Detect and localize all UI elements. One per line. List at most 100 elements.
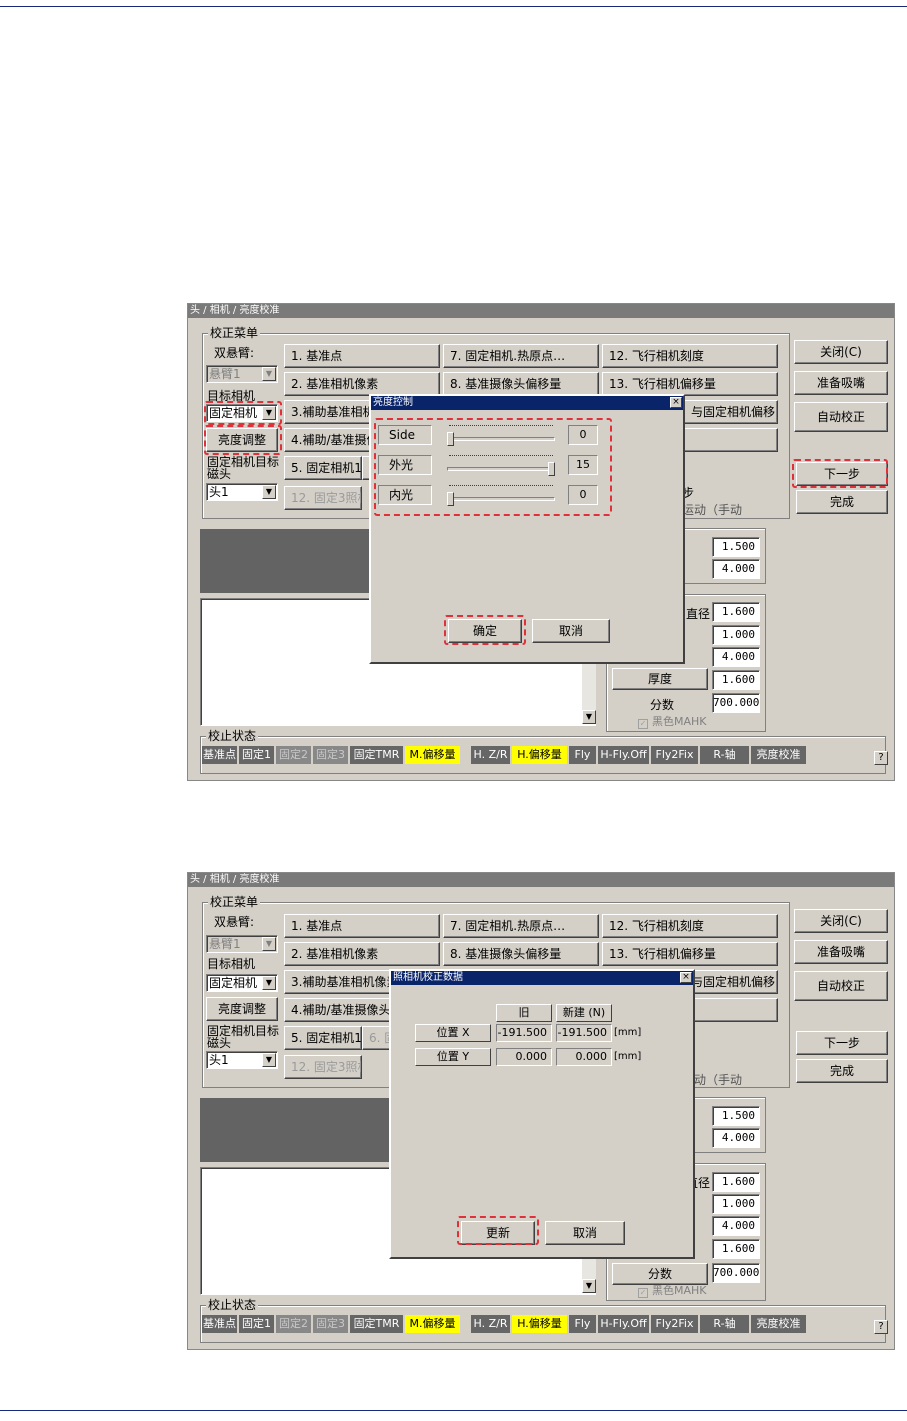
inner-light-track xyxy=(447,497,555,501)
prepare-nozzle-button[interactable]: 准备吸嘴 xyxy=(794,371,888,395)
param-value-1[interactable]: 1.500 xyxy=(712,537,760,557)
black-mark-label: 黑色MAHK xyxy=(652,1284,707,1297)
menu-button-12-fly[interactable]: 12. 飞行相机刻度 xyxy=(602,914,778,938)
arm-select[interactable]: 悬臂1 ▼ xyxy=(206,935,278,953)
column-old-header: 旧 xyxy=(496,1004,552,1022)
finish-button[interactable]: 完成 xyxy=(796,1059,888,1083)
brightness-dialog: 亮度控制 × Side 0 外光 15 内光 0 确定 取消 xyxy=(369,394,685,664)
menu-button-7[interactable]: 7. 固定相机.热原点… xyxy=(443,344,599,368)
menu-button-8[interactable]: 8. 基准摄像头偏移量 xyxy=(443,942,599,966)
fixed-camera-target-label: 固定相机目标磁头 xyxy=(207,455,280,481)
menu-button-12-fly[interactable]: 12. 飞行相机刻度 xyxy=(602,344,778,368)
param-value-7[interactable]: 700.000 xyxy=(712,693,760,713)
ok-button[interactable]: 确定 xyxy=(448,619,522,643)
menu-button-12-fixed[interactable]: 12. 固定3照相 xyxy=(284,486,362,510)
menu-button-1[interactable]: 1. 基准点 xyxy=(284,344,440,368)
chevron-down-icon: ▼ xyxy=(262,1053,276,1067)
check-icon: ✓ xyxy=(638,1288,648,1298)
next-button[interactable]: 下一步 xyxy=(796,1031,888,1055)
status-item: 亮度校准 xyxy=(751,746,807,764)
thickness-button[interactable]: 厚度 xyxy=(612,668,708,690)
target-camera-select[interactable]: 固定相机 ▼ xyxy=(206,974,278,992)
prepare-nozzle-button[interactable]: 准备吸嘴 xyxy=(794,940,888,964)
param-value-2[interactable]: 4.000 xyxy=(712,559,760,579)
param-value-5[interactable]: 4.000 xyxy=(712,1216,760,1236)
menu-button-2[interactable]: 2. 基准相机像素 xyxy=(284,372,440,396)
score-label: 分数 xyxy=(650,698,675,712)
status-item: 固定TMR xyxy=(350,746,404,764)
position-x-new: -191.500 xyxy=(556,1024,612,1042)
outer-light-value: 15 xyxy=(568,455,598,475)
menu-button-13[interactable]: 13. 飞行相机偏移量 xyxy=(602,372,778,396)
status-item: M.偏移量 xyxy=(405,746,461,764)
screenshot-brightness: 头 / 相机 / 亮度校准 校正菜单 双悬臂: 悬臂1 ▼ 目标相机 固定相机 ▼ … xyxy=(187,303,895,781)
param-value-6[interactable]: 1.600 xyxy=(712,1239,760,1259)
status-title: 校止状态 xyxy=(206,1298,259,1312)
finish-button[interactable]: 完成 xyxy=(796,490,888,514)
scroll-down-icon[interactable]: ▼ xyxy=(582,710,596,724)
black-mark-checkbox[interactable]: ✓ 黑色MAHK xyxy=(638,1284,707,1298)
black-mark-checkbox[interactable]: ✓ 黑色MAHK xyxy=(638,715,707,729)
help-icon[interactable]: ? xyxy=(874,1320,888,1334)
head-select[interactable]: 头1 ▼ xyxy=(206,483,278,501)
side-light-slider[interactable] xyxy=(447,432,454,446)
status-item: 固定1 xyxy=(239,746,275,764)
calibration-dialog-title: 照相机校正数据 xyxy=(393,972,463,983)
param-value-4[interactable]: 1.000 xyxy=(712,625,760,645)
update-button[interactable]: 更新 xyxy=(461,1221,535,1245)
menu-button-2[interactable]: 2. 基准相机像素 xyxy=(284,942,440,966)
position-y-new: 0.000 xyxy=(556,1048,612,1066)
head-select[interactable]: 头1 ▼ xyxy=(206,1051,278,1069)
help-icon[interactable]: ? xyxy=(874,751,888,765)
next-button[interactable]: 下一步 xyxy=(796,462,888,486)
status-item: M.偏移量 xyxy=(405,1315,461,1333)
param-value-3[interactable]: 1.600 xyxy=(712,602,760,622)
score-button[interactable]: 分数 xyxy=(612,1263,708,1285)
status-item: 固定TMR xyxy=(350,1315,404,1333)
status-item: H-Fly.Off xyxy=(598,1315,650,1333)
param-value-4[interactable]: 1.000 xyxy=(712,1194,760,1214)
param-value-6[interactable]: 1.600 xyxy=(712,670,760,690)
param-value-1[interactable]: 1.500 xyxy=(712,1106,760,1126)
param-value-5[interactable]: 4.000 xyxy=(712,647,760,667)
breadcrumb: 头 / 相机 / 亮度校准 xyxy=(188,873,894,887)
menu-button-5[interactable]: 5. 固定相机1 xyxy=(284,1026,362,1050)
inner-light-slider[interactable] xyxy=(447,492,454,506)
status-item: H.偏移量 xyxy=(512,1315,568,1333)
position-y-unit: [mm] xyxy=(614,1051,642,1062)
diameter-label: 直径 xyxy=(686,607,711,621)
cancel-button[interactable]: 取消 xyxy=(545,1221,625,1245)
close-icon[interactable]: × xyxy=(670,397,682,408)
param-value-3[interactable]: 1.600 xyxy=(712,1172,760,1192)
target-camera-select[interactable]: 固定相机 ▼ xyxy=(206,404,278,422)
close-icon[interactable]: × xyxy=(680,972,692,983)
close-button[interactable]: 关闭(C) xyxy=(794,340,888,364)
menu-button-5[interactable]: 5. 固定相机1 xyxy=(284,456,362,480)
calibration-dialog-titlebar: 照相机校正数据 × xyxy=(391,971,693,985)
menu-button-8[interactable]: 8. 基准摄像头偏移量 xyxy=(443,372,599,396)
arm-select[interactable]: 悬臂1 ▼ xyxy=(206,365,278,383)
status-item: H-Fly.Off xyxy=(598,746,650,764)
target-camera-label: 目标相机 xyxy=(207,957,256,971)
cancel-button[interactable]: 取消 xyxy=(532,619,610,643)
position-x-unit: [mm] xyxy=(614,1027,642,1038)
menu-button-7[interactable]: 7. 固定相机.热原点… xyxy=(443,914,599,938)
chevron-down-icon: ▼ xyxy=(262,406,276,420)
menu-button-12-fixed[interactable]: 12. 固定3照相 xyxy=(284,1055,362,1079)
status-item: H.偏移量 xyxy=(512,746,568,764)
scroll-down-icon[interactable]: ▼ xyxy=(582,1279,596,1293)
outer-light-slider[interactable] xyxy=(548,462,555,476)
manual-move-label: 运动（手动 xyxy=(682,503,743,517)
inner-light-ticks xyxy=(449,485,553,487)
brightness-button[interactable]: 亮度调整 xyxy=(206,997,278,1021)
brightness-button[interactable]: 亮度调整 xyxy=(206,428,278,452)
param-value-2[interactable]: 4.000 xyxy=(712,1128,760,1148)
menu-button-13[interactable]: 13. 飞行相机偏移量 xyxy=(602,942,778,966)
dual-arm-label: 双悬臂: xyxy=(214,915,255,929)
auto-calibrate-button[interactable]: 自动校正 xyxy=(794,402,888,432)
status-item: 固定2 xyxy=(276,1315,312,1333)
param-value-7[interactable]: 700.000 xyxy=(712,1263,760,1283)
close-button[interactable]: 关闭(C) xyxy=(794,909,888,933)
auto-calibrate-button[interactable]: 自动校正 xyxy=(794,971,888,1001)
menu-button-1[interactable]: 1. 基准点 xyxy=(284,914,440,938)
